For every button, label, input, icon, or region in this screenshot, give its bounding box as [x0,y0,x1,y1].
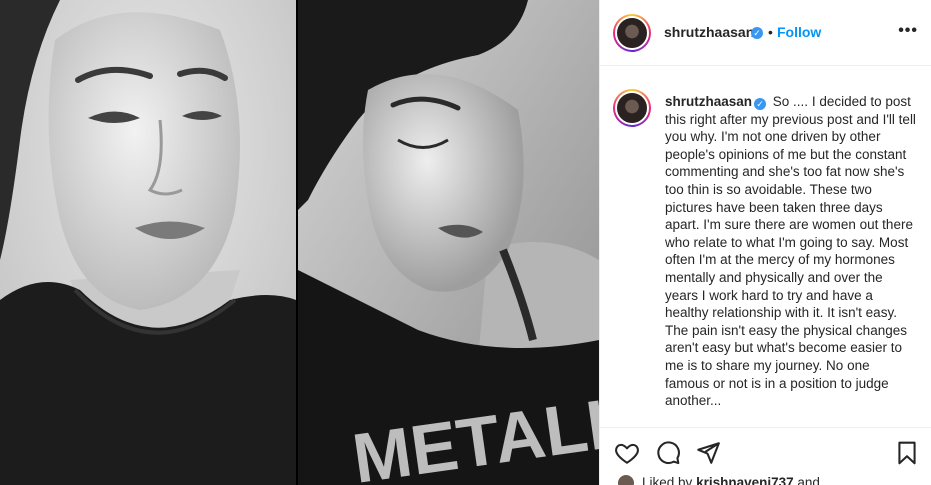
heart-icon[interactable] [614,440,640,466]
post-sidebar: shrutzhaasan ✓ • Follow ••• shrutzhaasan… [599,0,931,485]
likes-summary: Liked by krishnaveni737 and [616,473,820,485]
post-photo-right: METALLIC [298,0,599,485]
follow-button[interactable]: Follow [777,24,821,40]
caption-verified-icon: ✓ [754,98,767,110]
comment-bubble-icon[interactable] [655,440,681,466]
liker-username[interactable]: krishnaveni737 [696,475,794,485]
caption-section: shrutzhaasan ✓ So .... I decided to post … [600,67,931,427]
caption-avatar[interactable] [613,89,651,127]
post-photo-left [0,0,296,485]
verified-badge-icon: ✓ [751,27,763,39]
avatar[interactable] [613,14,651,52]
bookmark-icon[interactable] [894,440,920,466]
caption-username[interactable]: shrutzhaasan [665,94,752,109]
liker-avatar[interactable] [616,473,636,485]
paper-plane-icon[interactable] [695,440,721,466]
more-options-icon[interactable]: ••• [898,22,918,40]
header-username[interactable]: shrutzhaasan [664,24,754,40]
post-caption: shrutzhaasan ✓ So .... I decided to post … [665,93,917,410]
action-bar [600,427,931,477]
header-separator: • [768,24,773,40]
caption-text: So .... I decided to post this right aft… [665,94,916,409]
post-image[interactable]: METALLIC [0,0,599,485]
liked-prefix: Liked by [642,475,693,485]
liked-suffix: and [797,475,820,485]
post-header: shrutzhaasan ✓ • Follow ••• [600,0,931,66]
